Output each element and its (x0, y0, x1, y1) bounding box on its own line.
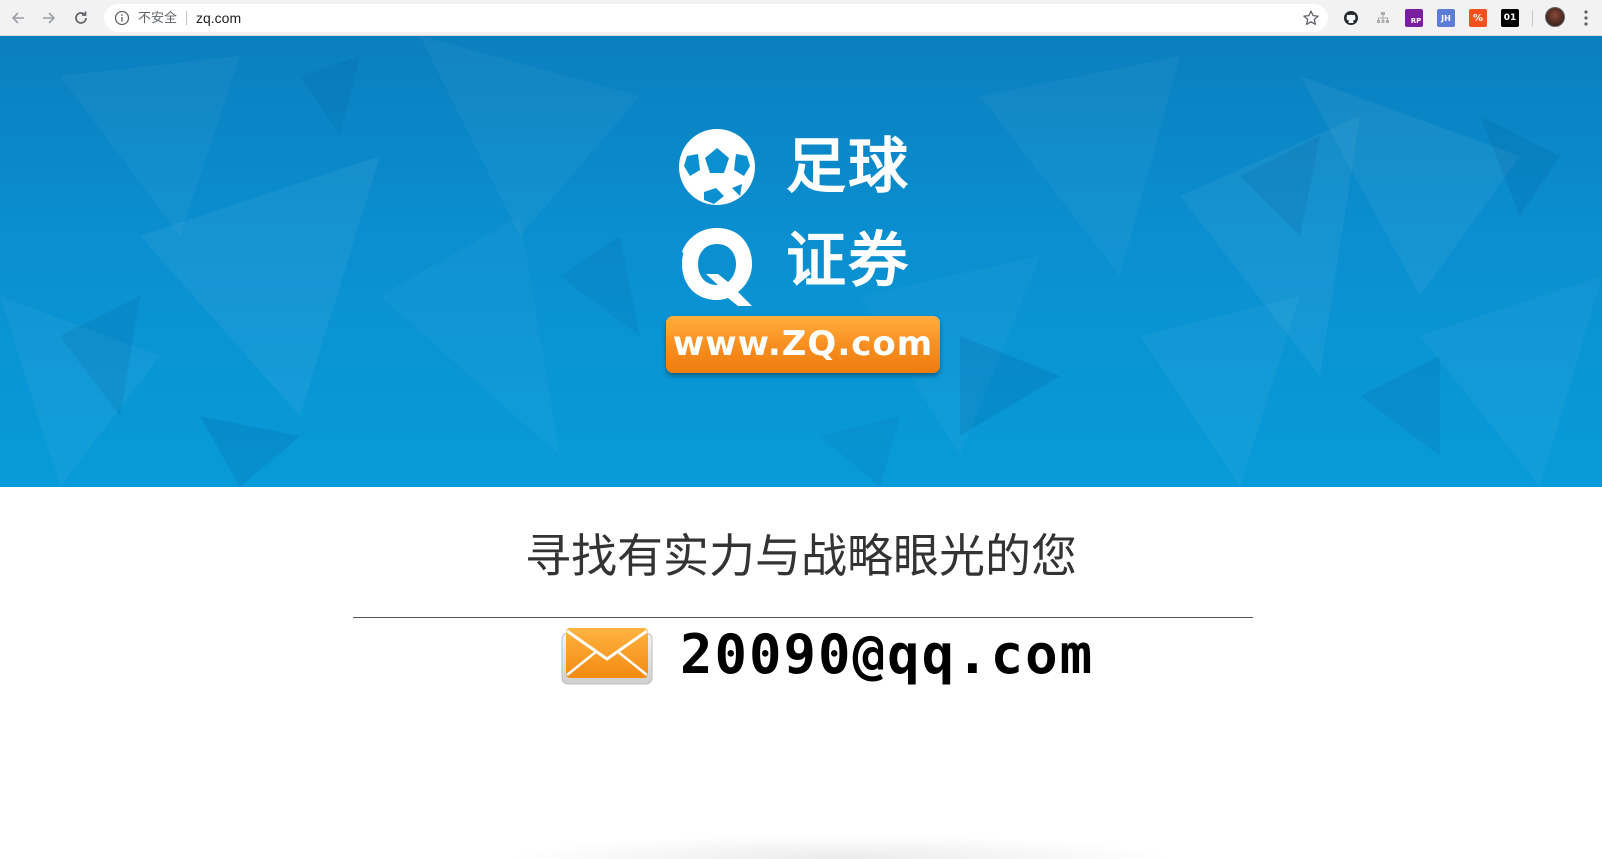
page-tagline: 寻找有实力与战略眼光的您 (525, 529, 1077, 583)
extensions-divider (1532, 10, 1533, 26)
browser-toolbar: 不安全 zq.com RP JH % 01 (0, 0, 1602, 36)
arrow-left-icon (11, 12, 24, 24)
sitemap-icon (1377, 12, 1389, 23)
omnibox-separator (186, 11, 187, 25)
hero-banner: 足球 证券 www.ZQ.com (0, 36, 1602, 487)
address-bar[interactable]: 不安全 zq.com (104, 4, 1328, 32)
rp-extension-icon[interactable]: RP (1405, 9, 1423, 27)
percent-extension-label: % (1472, 12, 1484, 24)
envelope-icon (561, 628, 653, 685)
jh-extension-label: JH (1441, 13, 1451, 23)
jh-extension-icon[interactable]: JH (1437, 9, 1455, 27)
website-url-button[interactable]: www.ZQ.com (666, 316, 940, 373)
reload-button[interactable] (69, 6, 93, 30)
sitemap-extension-icon[interactable] (1374, 9, 1392, 27)
github-icon (1344, 11, 1358, 25)
binary-extension-label: 01 (1503, 13, 1517, 23)
reload-icon (75, 11, 87, 24)
forward-button[interactable] (37, 6, 61, 30)
info-icon[interactable] (114, 10, 130, 26)
bookmark-star-icon[interactable] (1302, 9, 1320, 27)
q-logo-icon (682, 228, 752, 306)
back-button[interactable] (6, 6, 30, 30)
kebab-menu-icon[interactable] (1582, 9, 1590, 27)
footer-shadow (500, 835, 1180, 859)
logo-text-football: 足球 (786, 132, 910, 202)
percent-extension-icon[interactable]: % (1469, 9, 1487, 27)
rp-extension-label: RP (1410, 17, 1422, 25)
content-divider (353, 617, 1253, 618)
contact-email[interactable]: 20090@qq.com (680, 622, 1094, 688)
url-text[interactable]: zq.com (196, 10, 241, 26)
binary-extension-icon[interactable]: 01 (1501, 9, 1519, 27)
soccer-ball-icon (679, 129, 755, 205)
profile-avatar[interactable] (1545, 7, 1565, 27)
github-extension-icon[interactable] (1342, 9, 1360, 27)
logo-text-securities: 证券 (786, 226, 910, 296)
arrow-right-icon (43, 12, 56, 24)
security-status-label[interactable]: 不安全 (138, 10, 177, 26)
